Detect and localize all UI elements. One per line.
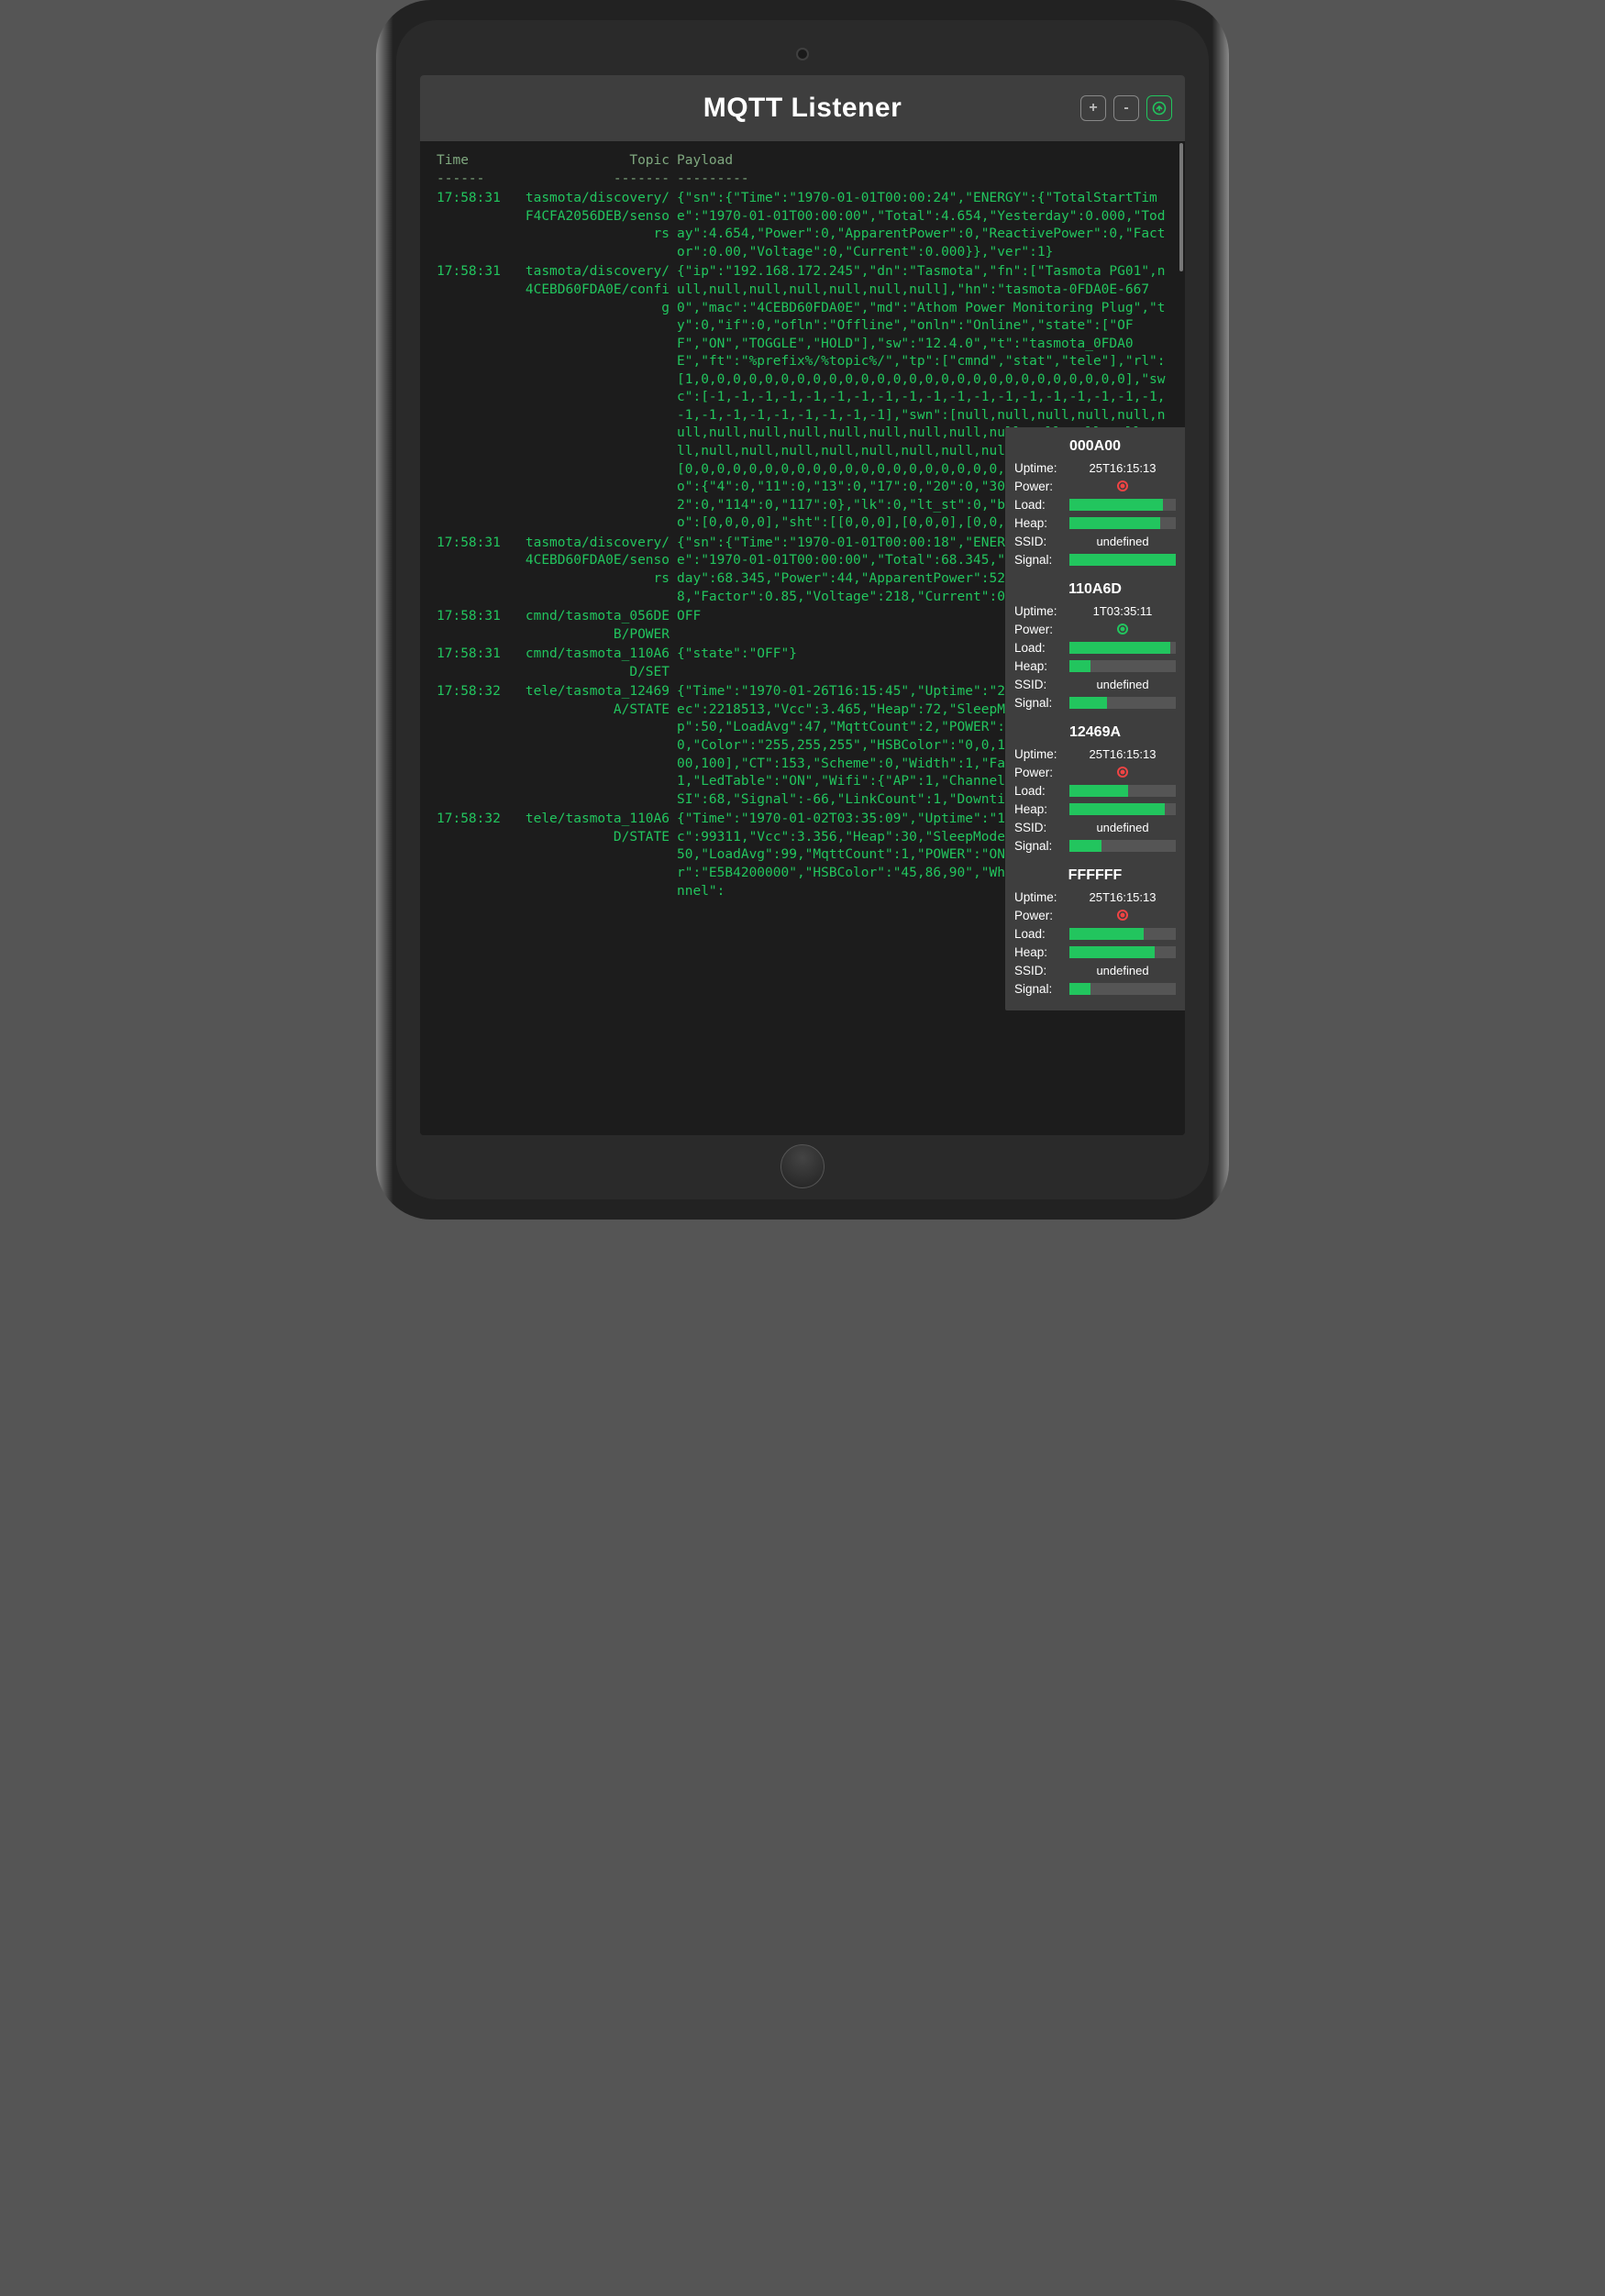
device-ssid: SSID:undefined xyxy=(1014,961,1176,979)
log-payload: {"sn":{"Time":"1970-01-01T00:00:24","ENE… xyxy=(677,190,1168,261)
app-screen: MQTT Listener + - xyxy=(420,75,1185,1135)
device-signal: Signal: xyxy=(1014,979,1176,998)
page-title: MQTT Listener xyxy=(703,93,902,124)
log-time: 17:58:32 xyxy=(437,683,519,809)
power-indicator-icon xyxy=(1069,910,1176,921)
log-topic: tasmota/discovery/4CEBD60FDA0E/config xyxy=(519,263,677,532)
device-power: Power: xyxy=(1014,477,1176,495)
device-heap: Heap: xyxy=(1014,513,1176,532)
device-id: 000A00 xyxy=(1014,438,1176,455)
col-header-topic: Topic xyxy=(519,152,677,171)
log-header-row: Time Topic Payload xyxy=(437,152,1168,171)
log-time: 17:58:31 xyxy=(437,190,519,261)
content-area: Time Topic Payload ------ ------- ------… xyxy=(420,141,1185,1135)
device-block: 110A6DUptime:1T03:35:11Power:Load:Heap:S… xyxy=(1014,581,1176,712)
log-row: 17:58:31tasmota/discovery/F4CFA2056DEB/s… xyxy=(437,190,1168,261)
device-ssid: SSID:undefined xyxy=(1014,675,1176,693)
device-heap: Heap: xyxy=(1014,943,1176,961)
tablet-bezel: MQTT Listener + - xyxy=(396,20,1209,1199)
device-uptime: Uptime:1T03:35:11 xyxy=(1014,602,1176,620)
device-heap: Heap: xyxy=(1014,657,1176,675)
device-load: Load: xyxy=(1014,924,1176,943)
log-topic: tele/tasmota_12469A/STATE xyxy=(519,683,677,809)
device-id: FFFFFF xyxy=(1014,867,1176,884)
log-time: 17:58:31 xyxy=(437,263,519,532)
col-header-payload: Payload xyxy=(677,152,1168,171)
log-time: 17:58:31 xyxy=(437,646,519,681)
log-topic: tasmota/discovery/F4CFA2056DEB/sensors xyxy=(519,190,677,261)
home-button[interactable] xyxy=(780,1144,825,1188)
log-topic: tasmota/discovery/4CEBD60FDA0E/sensors xyxy=(519,535,677,606)
power-indicator-icon xyxy=(1069,767,1176,778)
tablet-frame: MQTT Listener + - xyxy=(376,0,1229,1220)
device-power: Power: xyxy=(1014,906,1176,924)
zoom-out-button[interactable]: - xyxy=(1113,95,1139,121)
device-status-panel: 000A00Uptime:25T16:15:13Power:Load:Heap:… xyxy=(1005,427,1185,1010)
log-time: 17:58:31 xyxy=(437,535,519,606)
device-load: Load: xyxy=(1014,638,1176,657)
device-ssid: SSID:undefined xyxy=(1014,818,1176,836)
device-signal: Signal: xyxy=(1014,550,1176,568)
device-power: Power: xyxy=(1014,763,1176,781)
log-topic: cmnd/tasmota_110A6D/SET xyxy=(519,646,677,681)
scroll-top-button[interactable] xyxy=(1146,95,1172,121)
col-header-time: Time xyxy=(437,152,519,171)
device-signal: Signal: xyxy=(1014,836,1176,855)
device-id: 12469A xyxy=(1014,724,1176,741)
device-uptime: Uptime:25T16:15:13 xyxy=(1014,888,1176,906)
device-signal: Signal: xyxy=(1014,693,1176,712)
device-uptime: Uptime:25T16:15:13 xyxy=(1014,458,1176,477)
log-topic: cmnd/tasmota_056DEB/POWER xyxy=(519,608,677,644)
device-block: 000A00 Uptime:25T16:15:13Power:Load:Heap:… xyxy=(1014,438,1176,568)
power-indicator-icon xyxy=(1069,480,1176,491)
device-uptime: Uptime:25T16:15:13 xyxy=(1014,745,1176,763)
header-actions: + - xyxy=(1080,95,1172,121)
scrollbar-thumb[interactable] xyxy=(1179,143,1183,271)
zoom-in-button[interactable]: + xyxy=(1080,95,1106,121)
device-load: Load: xyxy=(1014,781,1176,800)
device-block: 12469A Uptime:25T16:15:13Power:Load:Heap:… xyxy=(1014,724,1176,855)
power-indicator-icon xyxy=(1069,624,1176,635)
device-heap: Heap: xyxy=(1014,800,1176,818)
device-power: Power: xyxy=(1014,620,1176,638)
log-topic: tele/tasmota_110A6D/STATE xyxy=(519,811,677,900)
log-time: 17:58:31 xyxy=(437,608,519,644)
device-block: FFFFFF Uptime:25T16:15:13Power:Load:Heap:… xyxy=(1014,867,1176,998)
log-header-dashes: ------ ------- --------- xyxy=(437,171,1168,189)
device-load: Load: xyxy=(1014,495,1176,513)
camera-dot xyxy=(796,48,809,61)
device-ssid: SSID:undefined xyxy=(1014,532,1176,550)
log-time: 17:58:32 xyxy=(437,811,519,900)
app-header: MQTT Listener + - xyxy=(420,75,1185,141)
device-id: 110A6D xyxy=(1014,581,1176,598)
